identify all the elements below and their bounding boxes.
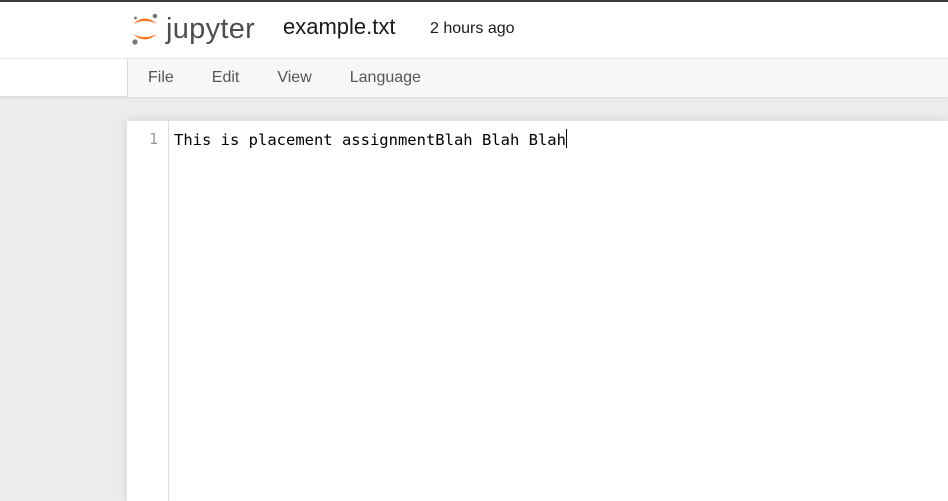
menu-file[interactable]: File xyxy=(128,59,193,97)
document-filename[interactable]: example.txt xyxy=(283,14,396,40)
last-modified-text: 2 hours ago xyxy=(430,20,515,37)
line-number-gutter: 1 xyxy=(127,121,169,501)
menu-language[interactable]: Language xyxy=(331,59,440,97)
menu-container: File Edit View Language xyxy=(127,59,948,97)
logo-text: jupyter xyxy=(166,12,256,45)
menu-bar: File Edit View Language xyxy=(0,58,948,97)
text-editor[interactable]: 1 This is placement assignmentBlah Blah … xyxy=(127,121,948,501)
jupyter-logo-icon xyxy=(132,13,158,45)
menu-view[interactable]: View xyxy=(258,59,330,97)
line-number: 1 xyxy=(148,130,158,148)
editor-line-text: This is placement assignmentBlah Blah Bl… xyxy=(174,131,566,149)
jupyter-logo[interactable]: jupyter xyxy=(130,10,255,48)
editor-line[interactable]: This is placement assignmentBlah Blah Bl… xyxy=(174,129,948,149)
header-bar: jupyter example.txt 2 hours ago xyxy=(0,0,948,58)
text-cursor xyxy=(565,129,567,148)
menu-edit[interactable]: Edit xyxy=(193,59,259,97)
